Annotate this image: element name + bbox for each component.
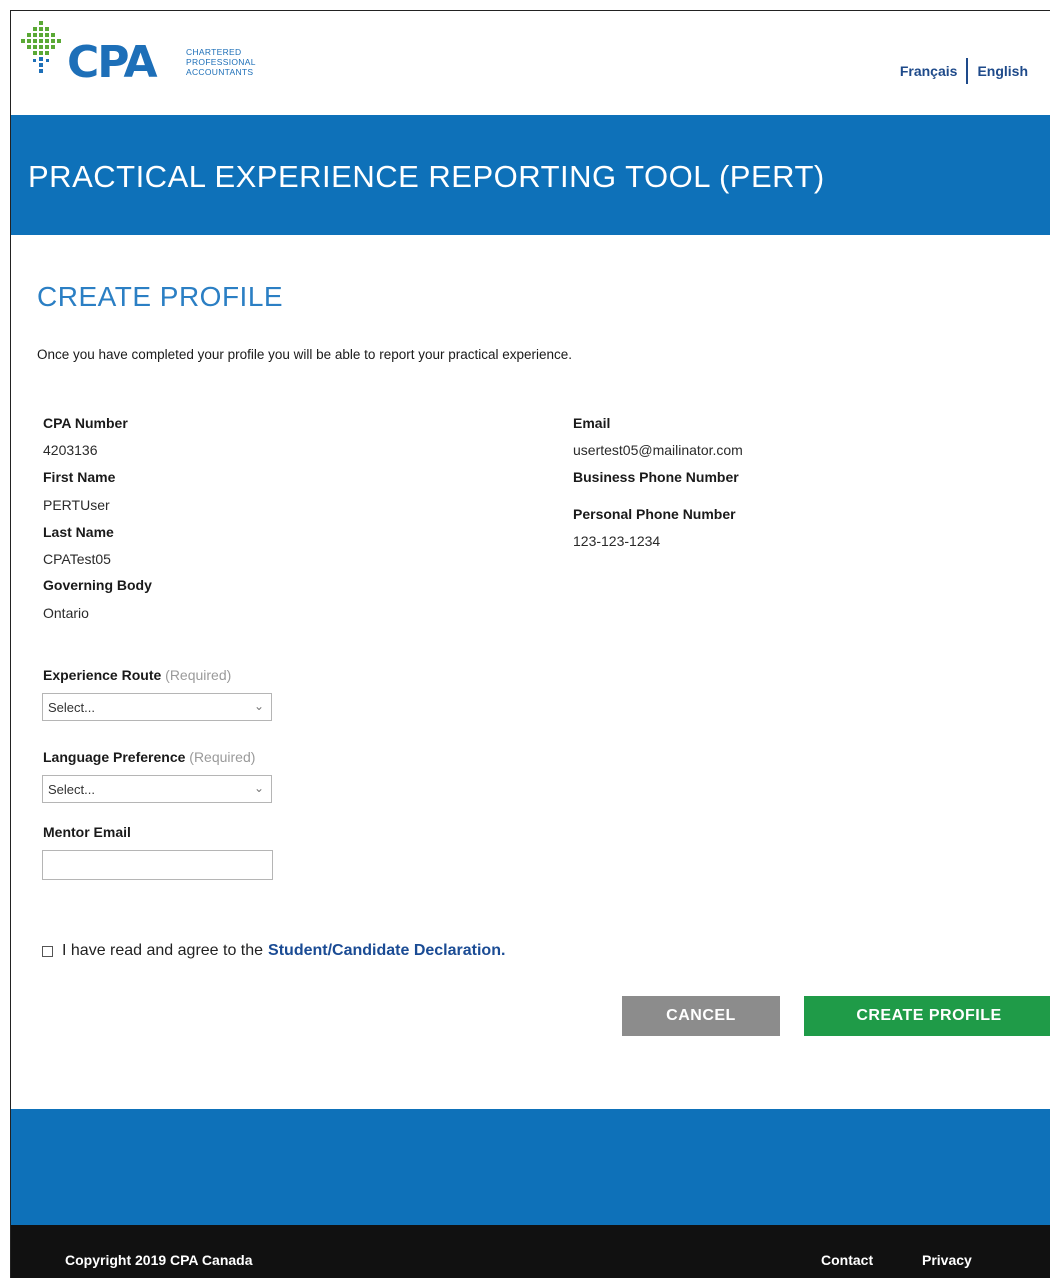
email-value: usertest05@mailinator.com <box>573 442 743 458</box>
cpa-number-label: CPA Number <box>43 415 128 431</box>
lang-french-link[interactable]: Français <box>900 63 958 79</box>
experience-route-select[interactable]: Select... ⌄ <box>42 693 272 721</box>
footer-privacy-link[interactable]: Privacy <box>922 1252 972 1268</box>
copyright-text: Copyright 2019 CPA Canada <box>65 1252 253 1268</box>
required-hint: (Required) <box>189 749 256 765</box>
site-footer: Copyright 2019 CPA Canada Contact Privac… <box>11 1225 1050 1278</box>
first-name-value: PERTUser <box>43 497 110 513</box>
experience-route-label: Experience Route (Required) <box>43 667 232 683</box>
governing-body-label: Governing Body <box>43 577 152 593</box>
maple-leaf-icon <box>21 21 61 73</box>
email-label: Email <box>573 415 611 431</box>
mentor-email-label: Mentor Email <box>43 824 131 840</box>
mentor-email-input[interactable] <box>42 850 273 880</box>
declaration-link[interactable]: Student/Candidate Declaration. <box>268 942 505 960</box>
personal-phone-label: Personal Phone Number <box>573 506 736 522</box>
required-hint: (Required) <box>165 667 232 683</box>
chevron-down-icon: ⌄ <box>253 781 264 795</box>
create-profile-button[interactable]: CREATE PROFILE <box>804 996 1050 1036</box>
logo-wordmark: CPA <box>67 37 158 88</box>
personal-phone-value: 123-123-1234 <box>573 533 661 549</box>
governing-body-value: Ontario <box>43 605 89 621</box>
app-title: PRACTICAL EXPERIENCE REPORTING TOOL (PER… <box>28 159 825 194</box>
page-frame: CPA CHARTERED PROFESSIONAL ACCOUNTANTS F… <box>10 10 1050 1278</box>
footer-banner <box>11 1109 1050 1225</box>
chevron-down-icon: ⌄ <box>253 699 264 713</box>
declaration-text: I have read and agree to the <box>62 942 264 959</box>
footer-contact-link[interactable]: Contact <box>821 1252 873 1268</box>
logo-subtitle: CHARTERED PROFESSIONAL ACCOUNTANTS <box>186 47 256 77</box>
lang-divider <box>966 58 969 84</box>
cpa-number-value: 4203136 <box>43 442 98 458</box>
first-name-label: First Name <box>43 469 116 485</box>
language-preference-select[interactable]: Select... ⌄ <box>42 775 272 803</box>
cpa-logo[interactable]: CPA CHARTERED PROFESSIONAL ACCOUNTANTS <box>19 19 269 89</box>
business-phone-label: Business Phone Number <box>573 469 739 485</box>
last-name-value: CPATest05 <box>43 551 111 567</box>
lang-english-link[interactable]: English <box>977 63 1028 79</box>
declaration-checkbox[interactable] <box>42 945 53 957</box>
cancel-button[interactable]: CANCEL <box>622 996 780 1036</box>
last-name-label: Last Name <box>43 524 114 540</box>
site-header: CPA CHARTERED PROFESSIONAL ACCOUNTANTS F… <box>11 11 1050 115</box>
intro-text: Once you have completed your profile you… <box>37 347 573 362</box>
declaration-row: I have read and agree to the Student/Can… <box>42 942 505 960</box>
page-title: CREATE PROFILE <box>37 281 284 312</box>
title-banner: PRACTICAL EXPERIENCE REPORTING TOOL (PER… <box>11 115 1050 235</box>
main-content: CREATE PROFILE Once you have completed y… <box>37 281 1050 1036</box>
language-preference-label: Language Preference (Required) <box>43 749 256 765</box>
language-switcher: Français English <box>900 58 1028 84</box>
